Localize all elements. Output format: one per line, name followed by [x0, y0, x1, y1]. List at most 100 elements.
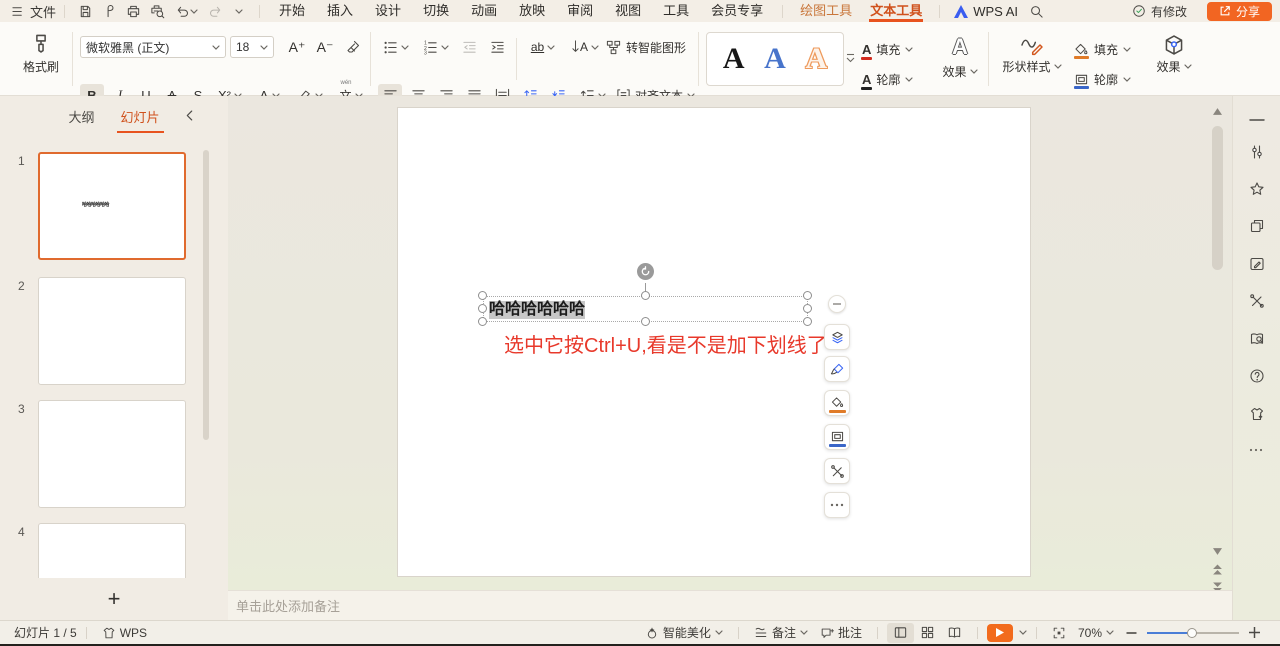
panel-scrollbar[interactable] [203, 150, 209, 440]
shape-effect-button[interactable]: 效果 [1148, 34, 1200, 75]
textbox-text[interactable]: 哈哈哈哈哈哈 [489, 301, 585, 319]
notes-bar[interactable]: 单击此处添加备注 [228, 590, 1232, 620]
previous-slide-icon[interactable] [1213, 564, 1222, 575]
wps-ai-button[interactable]: WPS AI [948, 4, 1024, 19]
comments-button[interactable]: 批注 [814, 623, 868, 643]
convert-smartart-button[interactable]: 转智能图形 [606, 36, 702, 58]
view-sorter-button[interactable] [914, 623, 941, 643]
numbered-list-button[interactable]: 123 [418, 36, 454, 58]
fill-color-button[interactable] [824, 390, 850, 416]
resize-handle-e[interactable] [803, 304, 812, 313]
fit-window-button[interactable] [1046, 623, 1072, 643]
clear-format-button[interactable] [340, 36, 366, 58]
arrange-layers-button[interactable] [824, 324, 850, 350]
play-slideshow-button[interactable] [987, 624, 1027, 642]
wordart-more-button[interactable] [846, 52, 855, 64]
tab-slides[interactable]: 幻灯片 [117, 107, 164, 126]
zoom-out-button[interactable] [1120, 623, 1143, 643]
resize-handle-w[interactable] [478, 304, 487, 313]
text-direction-button[interactable]: A [566, 36, 604, 58]
font-size-select[interactable]: 18 [230, 36, 274, 58]
menu-membership[interactable]: 会员专享 [700, 0, 774, 22]
print-preview-button[interactable] [145, 2, 169, 20]
menu-home[interactable]: 开始 [268, 0, 316, 22]
menu-design[interactable]: 设计 [364, 0, 412, 22]
view-normal-button[interactable] [887, 623, 914, 643]
save-button[interactable] [73, 2, 97, 20]
menu-slideshow[interactable]: 放映 [508, 0, 556, 22]
bullet-list-button[interactable] [378, 36, 414, 58]
format-painter-button[interactable]: 格式刷 [18, 30, 64, 75]
undo-button[interactable] [169, 2, 203, 20]
file-menu[interactable]: 文件 [0, 2, 56, 21]
view-reading-button[interactable] [941, 623, 968, 643]
resize-handle-n[interactable] [641, 291, 650, 300]
tab-text-tools[interactable]: 文本工具 [861, 0, 931, 22]
resize-handle-se[interactable] [803, 317, 812, 326]
tab-outline[interactable]: 大纲 [64, 107, 98, 126]
menu-transition[interactable]: 切换 [412, 0, 460, 22]
wordart-style-orange-outline[interactable]: A [805, 44, 827, 74]
resize-handle-ne[interactable] [803, 291, 812, 300]
scroll-up-icon[interactable] [1213, 108, 1222, 115]
increase-indent-button[interactable] [484, 36, 510, 58]
slide-thumbnail-3[interactable] [38, 400, 186, 508]
resize-handle-s[interactable] [641, 317, 650, 326]
print-button[interactable] [121, 2, 145, 20]
smart-beautify-button[interactable]: 智能美化 [639, 623, 729, 643]
customize-quickbar-button[interactable] [227, 2, 251, 20]
shape-style-button[interactable]: 形状样式 [996, 34, 1068, 75]
object-properties-icon[interactable] [1249, 144, 1265, 160]
wordart-style-blue[interactable]: A [764, 44, 786, 74]
font-name-select[interactable]: 微软雅黑 (正文) [80, 36, 226, 58]
search-button[interactable] [1024, 2, 1048, 20]
share-button[interactable]: 分享 [1207, 2, 1272, 21]
menu-insert[interactable]: 插入 [316, 0, 364, 22]
favorites-star-icon[interactable] [1249, 181, 1265, 197]
collapse-rail-icon[interactable] [1249, 118, 1265, 122]
add-slide-button[interactable]: + [0, 578, 228, 620]
resource-pen-icon[interactable] [1249, 256, 1265, 272]
zoom-in-button[interactable] [1243, 623, 1266, 643]
redo-button[interactable] [203, 2, 227, 20]
text-effect-button[interactable]: A 效果 [940, 34, 980, 80]
menu-review[interactable]: 审阅 [556, 0, 604, 22]
menu-animation[interactable]: 动画 [460, 0, 508, 22]
find-reference-icon[interactable] [1249, 331, 1265, 347]
menu-tools[interactable]: 工具 [652, 0, 700, 22]
decrease-indent-button[interactable] [456, 36, 482, 58]
more-rail-icon[interactable] [1249, 448, 1263, 452]
smart-tools-icon[interactable] [1249, 293, 1265, 309]
rotation-handle[interactable] [637, 263, 654, 280]
wordart-style-black[interactable]: A [723, 44, 745, 74]
zoom-slider[interactable] [1147, 623, 1239, 643]
vertical-scrollbar-thumb[interactable] [1212, 126, 1223, 270]
menu-view[interactable]: 视图 [604, 0, 652, 22]
slide-thumbnail-4[interactable] [38, 523, 186, 578]
shape-outline-button[interactable]: 轮廓 [1074, 68, 1144, 90]
quick-tools-button[interactable] [824, 458, 850, 484]
increase-font-button[interactable]: A⁺ [284, 36, 310, 58]
tab-drawing-tools[interactable]: 绘图工具 [791, 0, 861, 22]
style-brush-button[interactable] [824, 356, 850, 382]
zoom-slider-thumb[interactable] [1187, 628, 1197, 638]
resize-handle-nw[interactable] [478, 291, 487, 300]
shape-fill-button[interactable]: 填充 [1074, 38, 1144, 60]
collapse-panel-icon[interactable] [186, 110, 193, 121]
export-pdf-button[interactable] [97, 2, 121, 20]
text-outline-button[interactable]: A 轮廓 [862, 68, 936, 90]
underline-style-button[interactable]: ab [524, 36, 562, 58]
wps-skin-button[interactable]: WPS [96, 623, 153, 643]
notes-button[interactable]: 备注 [748, 623, 814, 643]
outline-color-button[interactable] [824, 424, 850, 450]
more-options-button[interactable] [824, 492, 850, 518]
help-icon[interactable] [1249, 368, 1265, 384]
decrease-font-button[interactable]: A⁻ [312, 36, 338, 58]
switch-shapes-icon[interactable] [1249, 218, 1265, 234]
collapse-float-toolbar-button[interactable] [828, 295, 846, 313]
modified-status[interactable]: 有修改 [1132, 3, 1187, 20]
text-fill-button[interactable]: A 填充 [862, 38, 936, 60]
scroll-down-icon[interactable] [1213, 548, 1222, 555]
resize-handle-sw[interactable] [478, 317, 487, 326]
skin-settings-icon[interactable] [1249, 406, 1265, 422]
